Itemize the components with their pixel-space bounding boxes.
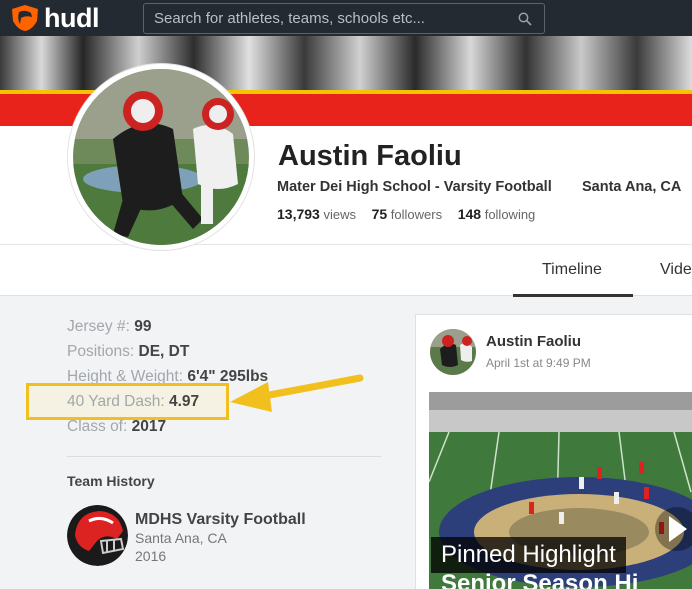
positions-row: Positions: DE, DT	[67, 343, 189, 361]
athlete-name: Austin Faoliu	[278, 140, 462, 172]
views-count: 13,793	[277, 206, 320, 222]
post-author-avatar[interactable]	[430, 329, 476, 375]
search-icon[interactable]	[518, 12, 532, 26]
team-history-heading: Team History	[67, 473, 155, 489]
followers-count[interactable]: 75	[372, 206, 388, 222]
jersey-value: 99	[134, 318, 152, 335]
active-tab-indicator	[513, 294, 633, 297]
tab-videos[interactable]: Vide	[660, 261, 692, 279]
jersey-row: Jersey #: 99	[67, 318, 151, 336]
following-label[interactable]: following	[485, 207, 536, 222]
search-box[interactable]	[143, 3, 545, 34]
section-divider	[67, 456, 381, 457]
tab-timeline[interactable]: Timeline	[542, 261, 602, 279]
dash-row: 40 Yard Dash: 4.97	[67, 393, 199, 411]
post-timestamp: April 1st at 9:49 PM	[486, 356, 591, 370]
class-row: Class of: 2017	[67, 418, 166, 436]
following-count[interactable]: 148	[458, 206, 481, 222]
top-nav-bar: hudl	[0, 0, 692, 36]
avatar-photo	[73, 69, 249, 245]
views-label: views	[323, 207, 356, 222]
search-input[interactable]	[144, 4, 544, 33]
team-logo[interactable]	[67, 505, 128, 566]
profile-stats: 13,793 views 75 followers 148 following	[277, 206, 535, 222]
athlete-location: Santa Ana, CA	[582, 179, 682, 195]
team-year: 2016	[135, 548, 167, 564]
profile-avatar[interactable]	[68, 64, 254, 250]
class-value: 2017	[131, 418, 167, 435]
positions-value: DE, DT	[138, 343, 190, 360]
team-name-link[interactable]: MDHS Varsity Football	[135, 511, 306, 529]
dash-label: 40 Yard Dash:	[67, 393, 165, 410]
class-label: Class of:	[67, 418, 128, 435]
positions-label: Positions:	[67, 343, 135, 360]
brand-name: hudl	[44, 3, 99, 33]
team-location: Santa Ana, CA	[135, 530, 227, 546]
jersey-label: Jersey #:	[67, 318, 130, 335]
pinned-highlight-label: Pinned Highlight	[431, 537, 626, 573]
profile-tabs: Timeline Vide	[0, 244, 692, 297]
annotation-arrow-icon	[230, 374, 364, 412]
school-link[interactable]: Mater Dei High School - Varsity Football	[277, 179, 552, 195]
followers-label[interactable]: followers	[391, 207, 442, 222]
post-author-name[interactable]: Austin Faoliu	[486, 333, 581, 350]
hudl-logo[interactable]: hudl	[10, 4, 99, 32]
hudl-logo-icon	[12, 5, 38, 31]
dash-value: 4.97	[168, 393, 200, 410]
highlight-title: Senior Season Hi	[441, 570, 639, 589]
